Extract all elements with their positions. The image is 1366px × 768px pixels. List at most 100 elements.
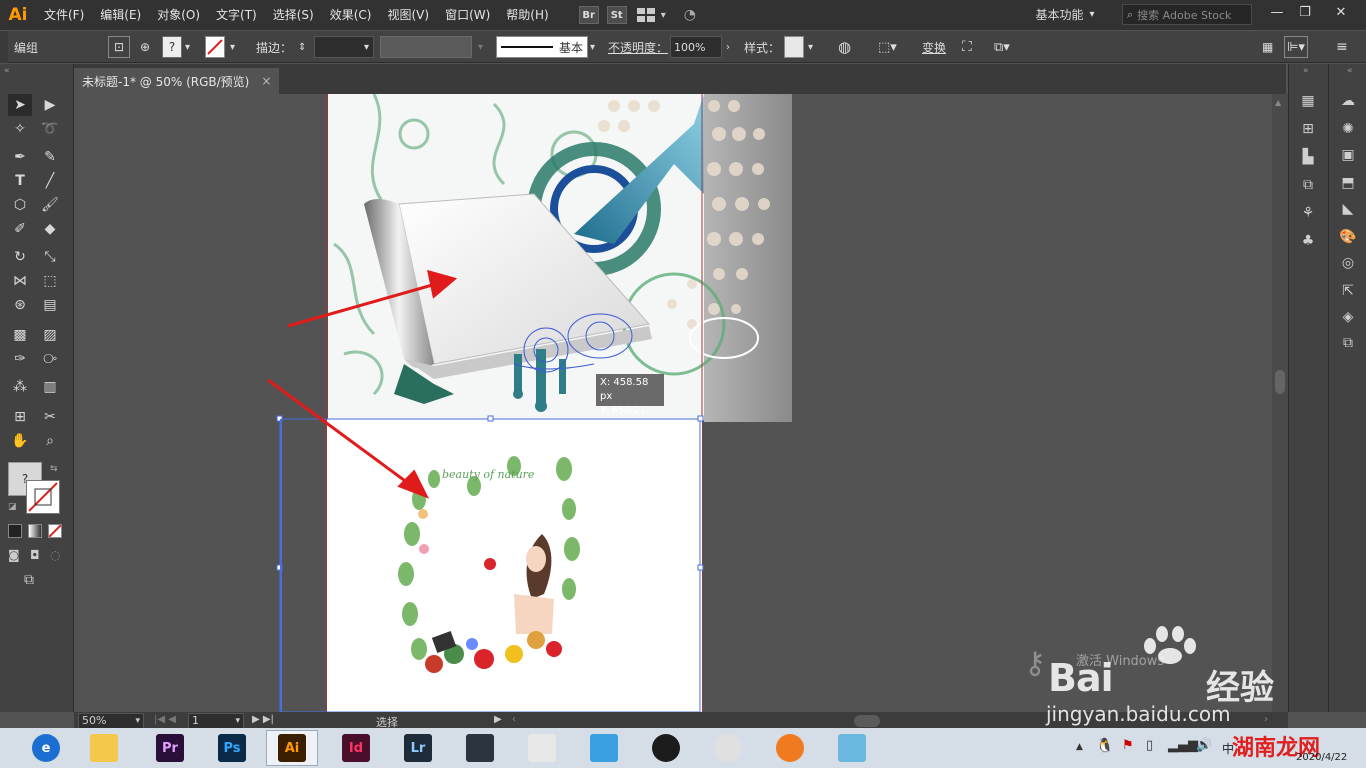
taskbar-explorer-button[interactable] <box>78 730 130 766</box>
opacity-input[interactable]: 100% <box>670 36 722 58</box>
eyedropper-tool-icon[interactable]: ✑ <box>8 348 32 370</box>
chevron-down-icon[interactable]: ▾ <box>808 36 813 58</box>
menu-item-1[interactable]: 编辑(E) <box>92 0 149 30</box>
taskbar-indesign-button[interactable]: Id <box>330 730 382 766</box>
swatches-panel-icon[interactable]: 🎨 <box>1335 226 1361 248</box>
reference-point-icon[interactable]: ⊕ <box>136 36 154 58</box>
rotate-tool-icon[interactable]: ↻ <box>8 246 32 268</box>
scroll-left-icon[interactable]: ‹ <box>512 714 516 725</box>
expand-panel-icon[interactable]: » <box>1303 66 1309 76</box>
transform-label[interactable]: 变换 <box>922 36 946 58</box>
default-colors-icon[interactable]: ◪ <box>8 502 17 512</box>
selection-tool-icon[interactable]: ➤ <box>8 94 32 116</box>
gpu-performance-icon[interactable]: ◔ <box>684 7 696 23</box>
menu-item-0[interactable]: 文件(F) <box>36 0 92 30</box>
artboard-tool-icon[interactable]: ⊞ <box>8 406 32 428</box>
none-mode-icon[interactable] <box>48 524 62 538</box>
chevron-down-icon[interactable]: ▾ <box>661 10 666 21</box>
taskbar-illustrator-button[interactable]: Ai <box>266 730 318 766</box>
symbol-panel-icon[interactable]: ⚘ <box>1295 202 1321 224</box>
control-menu-icon[interactable]: ⊫▾ <box>1284 36 1308 58</box>
artboards-panel-icon[interactable]: ▣ <box>1335 144 1361 166</box>
align-to-icon[interactable]: ⊡ <box>108 36 130 58</box>
collapse-panel-icon[interactable]: « <box>4 66 10 76</box>
menu-item-6[interactable]: 视图(V) <box>379 0 437 30</box>
collapse-dock-icon[interactable]: « <box>1347 66 1353 76</box>
mesh-tool-icon[interactable]: ▩ <box>8 324 32 346</box>
artboard-number-input[interactable]: 1 ▾ <box>188 713 244 729</box>
eraser-tool-icon[interactable]: ◆ <box>38 218 62 240</box>
menu-item-7[interactable]: 窗口(W) <box>437 0 498 30</box>
status-menu-icon[interactable]: ▶ <box>494 714 502 725</box>
free-transform-tool-icon[interactable]: ⬚ <box>38 270 62 292</box>
close-tab-icon[interactable]: × <box>261 74 271 88</box>
asset-export-icon[interactable]: ⧉ <box>1335 332 1361 354</box>
canvas-area[interactable]: beauty of nature X: 458.58 px Y: 650.21 … <box>74 94 1272 712</box>
gradient-panel-icon[interactable]: ◣ <box>1335 198 1361 220</box>
pen-tool-icon[interactable]: ✒ <box>8 146 32 168</box>
stroke-swatch[interactable] <box>205 36 225 58</box>
chevron-down-icon[interactable]: ▾ <box>590 36 595 58</box>
draw-inside-icon[interactable]: ◌ <box>50 548 60 562</box>
menu-item-5[interactable]: 效果(C) <box>322 0 380 30</box>
shaper-tool-icon[interactable]: ✐ <box>8 218 32 240</box>
draw-normal-icon[interactable]: ◙ <box>8 548 20 562</box>
stock-search-input[interactable]: ⌕ 搜索 Adobe Stock <box>1122 4 1252 25</box>
zoom-dropdown[interactable]: 50% ▾ <box>78 713 144 729</box>
tray-expand-icon[interactable]: ▲ <box>1076 742 1083 752</box>
scroll-up-icon[interactable]: ▲ <box>1275 98 1285 107</box>
hand-tool-icon[interactable]: ✋ <box>8 430 32 452</box>
network-tray-icon[interactable]: ▂▄▆ <box>1168 738 1198 753</box>
align-icon[interactable]: ⬚▾ <box>878 36 897 58</box>
recolor-artwork-icon[interactable]: ◍ <box>838 36 851 58</box>
stroke-weight-input[interactable]: ▾ <box>314 36 374 58</box>
line-segment-tool-icon[interactable]: ╱ <box>38 170 62 192</box>
close-window-button[interactable]: ✕ <box>1324 0 1358 24</box>
next-artboard-icon[interactable]: ▶ ▶| <box>252 714 274 725</box>
curvature-tool-icon[interactable]: ✎ <box>38 146 62 168</box>
stroke-color-swatch[interactable] <box>26 480 60 514</box>
scroll-thumb[interactable] <box>1275 370 1285 394</box>
horizontal-scroll-thumb[interactable] <box>854 715 880 727</box>
stroke-stepper[interactable]: ⇕ <box>298 36 306 58</box>
battery-tray-icon[interactable]: ▯ <box>1146 738 1153 753</box>
variable-width-profile[interactable] <box>380 36 472 58</box>
chevron-down-icon[interactable]: ▾ <box>230 36 235 58</box>
workspace-switcher[interactable]: 基本功能 ▾ <box>1022 3 1108 25</box>
pathfinder-panel-icon[interactable]: ⧉ <box>1295 174 1321 196</box>
column-graph-tool-icon[interactable]: ▥ <box>38 376 62 398</box>
club-symbol-icon[interactable]: ♣ <box>1295 230 1321 252</box>
gradient-tool-icon[interactable]: ▨ <box>38 324 62 346</box>
arrange-documents-icon[interactable] <box>636 8 655 22</box>
graphic-style-swatch[interactable] <box>784 36 804 58</box>
security-tray-icon[interactable]: ⚑ <box>1122 738 1134 753</box>
taskbar-video-button[interactable] <box>454 730 506 766</box>
draw-behind-icon[interactable]: ◘ <box>30 548 40 562</box>
image-trace-icon[interactable]: ⬒ <box>1335 172 1361 194</box>
menu-item-2[interactable]: 对象(O) <box>149 0 208 30</box>
panel-grid-icon[interactable]: ▦ <box>1262 36 1273 58</box>
taskbar-notes-button[interactable] <box>826 730 878 766</box>
volume-tray-icon[interactable]: 🔊 <box>1196 738 1212 753</box>
chevron-right-icon[interactable]: › <box>726 36 730 58</box>
taskbar-chrome-button[interactable] <box>702 730 754 766</box>
scroll-right-icon[interactable]: › <box>1264 714 1268 725</box>
qq-tray-icon[interactable]: 🐧 <box>1096 738 1113 754</box>
direct-selection-tool-icon[interactable]: ▶ <box>38 94 62 116</box>
screen-mode-icon[interactable]: ⧉ <box>24 572 34 588</box>
zoom-tool-icon[interactable]: ⌕ <box>38 430 62 452</box>
taskbar-umbrella-button[interactable] <box>516 730 568 766</box>
chevron-down-icon[interactable]: ▾ <box>478 36 483 58</box>
layers-panel-icon[interactable]: ◈ <box>1335 306 1361 328</box>
color-mode-icon[interactable] <box>8 524 22 538</box>
menu-item-3[interactable]: 文字(T) <box>208 0 265 30</box>
bridge-button[interactable]: Br <box>578 6 599 24</box>
taskbar-qq-button[interactable] <box>640 730 692 766</box>
shape-builder-tool-icon[interactable]: ⊛ <box>8 294 32 316</box>
type-tool-icon[interactable]: T <box>8 170 32 192</box>
blend-tool-icon[interactable]: ⧂ <box>38 348 62 370</box>
stock-button[interactable]: St <box>606 6 627 24</box>
export-panel-icon[interactable]: ⇱ <box>1335 280 1361 302</box>
scale-tool-icon[interactable]: ⤡ <box>38 246 62 268</box>
symbol-sprayer-tool-icon[interactable]: ⁂ <box>8 376 32 398</box>
